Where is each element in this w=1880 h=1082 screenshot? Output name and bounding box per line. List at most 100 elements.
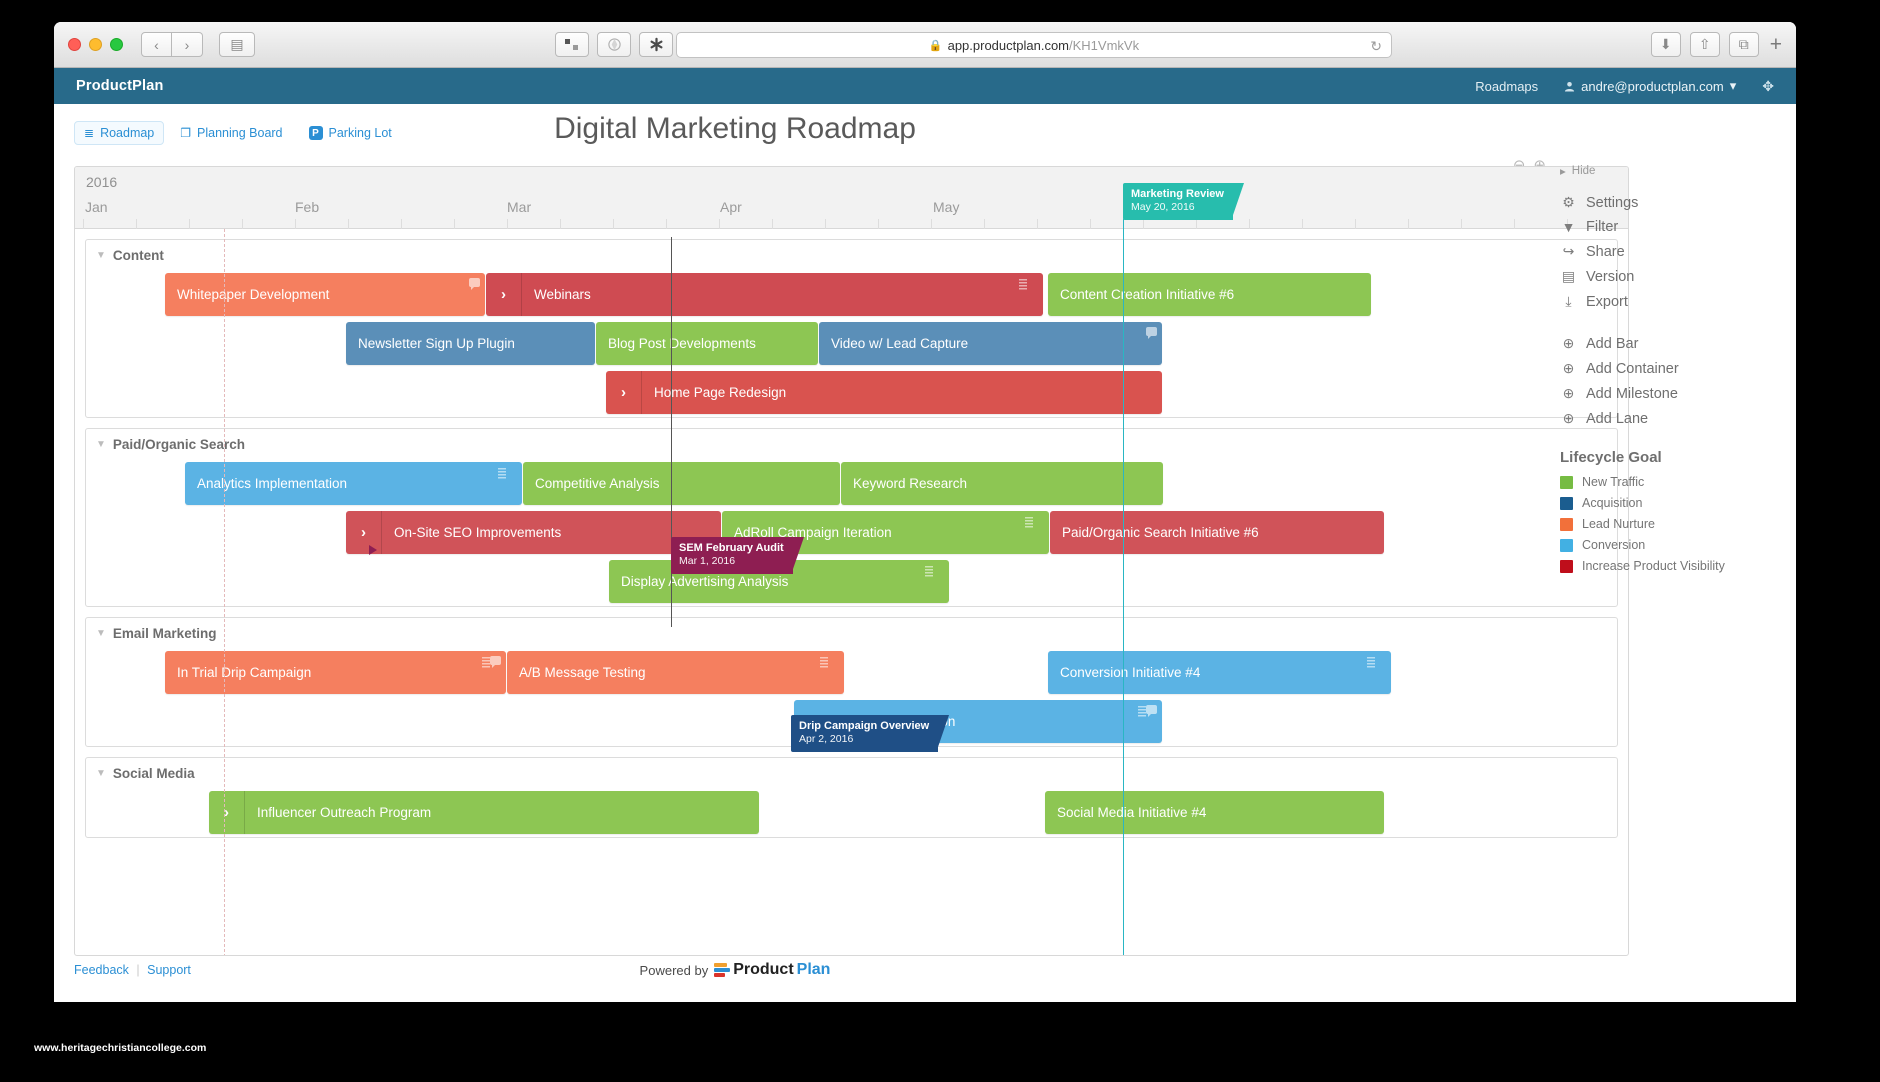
lane-collapse-icon[interactable]: ▼ [96, 250, 106, 261]
bar-expand-icon[interactable]: › [486, 273, 522, 316]
bar-expand-icon[interactable]: › [606, 371, 642, 414]
milestone-flag[interactable]: Marketing Review May 20, 2016 [1123, 183, 1244, 220]
roadmap-bar[interactable]: Conversion Initiative #4 [1048, 651, 1391, 694]
comment-icon[interactable] [1146, 327, 1157, 339]
bar-label: Display Advertising Analysis [621, 574, 789, 589]
roadmap-bar[interactable]: › On-Site SEO Improvements [346, 511, 721, 554]
roadmap-bar[interactable]: Video w/ Lead Capture [819, 322, 1162, 365]
comment-icon[interactable] [469, 278, 480, 290]
roadmap-bar[interactable]: Paid/Organic Search Initiative #6 [1050, 511, 1384, 554]
milestone-marker-icon[interactable] [369, 545, 377, 555]
lane-collapse-icon[interactable]: ▼ [96, 628, 106, 639]
sidebar-item-share[interactable]: ↪ Share [1560, 243, 1778, 260]
new-tab-button[interactable]: + [1768, 34, 1782, 55]
legend-title: Lifecycle Goal [1560, 449, 1662, 466]
lane-title-label: Email Marketing [112, 626, 217, 641]
url-host: app.productplan.com [947, 37, 1070, 53]
back-button[interactable]: ‹ [141, 32, 172, 57]
bar-expand-icon[interactable]: › [209, 791, 245, 834]
bar-grip-icon[interactable] [482, 657, 490, 668]
minimize-window-button[interactable] [89, 38, 102, 51]
milestone-flag[interactable]: Drip Campaign Overview Apr 2, 2016 [791, 715, 950, 752]
lane-collapse-icon[interactable]: ▼ [96, 768, 106, 779]
timeline-tick [825, 219, 826, 229]
legend-swatch [1560, 475, 1573, 489]
address-bar[interactable]: 🔒 app.productplan.com /KH1VmkVk ↻ [676, 32, 1392, 58]
legend-swatch [1560, 538, 1573, 552]
lane-header[interactable]: ▼ Paid/Organic Search [96, 437, 245, 452]
sidebar-item-filter[interactable]: ▼ Filter [1560, 219, 1778, 235]
bar-grip-icon[interactable] [1019, 279, 1027, 290]
watermark: www.heritagechristiancollege.com [34, 1042, 207, 1054]
pinwheel-extension-icon[interactable] [597, 32, 631, 57]
milestone-flag[interactable]: SEM February Audit Mar 1, 2016 [671, 537, 804, 574]
tab-overview-icon[interactable]: ⧉ [1728, 32, 1759, 57]
sidebar-item-label: Share [1586, 243, 1625, 260]
roadmap-bar[interactable]: Content Creation Initiative #6 [1048, 273, 1371, 316]
sidebar-item-version[interactable]: ▤ Version [1560, 268, 1778, 285]
timeline-month-jan: Jan [85, 199, 108, 215]
lane-collapse-icon[interactable]: ▼ [96, 439, 106, 450]
filter-icon: ▼ [1561, 219, 1576, 235]
bar-label: Analytics Implementation [197, 476, 348, 491]
roadmap-bar[interactable]: Social Media Initiative #4 [1045, 791, 1384, 834]
roadmap-bar[interactable]: In Trial Drip Campaign [165, 651, 506, 694]
sidebar-item-add-bar[interactable]: ⊕ Add Bar [1560, 335, 1778, 352]
share-icon[interactable]: ⇧ [1689, 32, 1720, 57]
powered-by: Powered by Product Plan [54, 961, 1416, 979]
sidebar-item-label: Add Lane [1586, 410, 1649, 427]
bar-label: Social Media Initiative #4 [1057, 805, 1207, 820]
reload-icon[interactable]: ↻ [1370, 38, 1382, 55]
timeline-month-mar: Mar [507, 199, 532, 215]
roadmap-bar[interactable]: Analytics Implementation [185, 462, 522, 505]
sidebar-item-add-container[interactable]: ⊕ Add Container [1560, 360, 1778, 377]
bar-grip-icon[interactable] [1138, 706, 1146, 717]
lane-header[interactable]: ▼ Social Media [96, 766, 195, 781]
powered-by-label: Powered by [639, 962, 709, 978]
pinwheel-icon [607, 38, 621, 51]
legend-label: New Traffic [1582, 475, 1645, 489]
bar-grip-icon[interactable] [1367, 657, 1375, 668]
app-brand: ProductPlan [76, 78, 164, 94]
roadmap-bar[interactable]: Competitive Analysis [523, 462, 840, 505]
timeline-tick [772, 219, 773, 229]
roadmaps-link[interactable]: Roadmaps [1475, 79, 1538, 94]
window-traffic-lights [68, 38, 123, 51]
roadmap-bar[interactable]: › Webinars [486, 273, 1043, 316]
download-icon[interactable]: ⬇ [1650, 32, 1681, 57]
fullscreen-icon[interactable]: ✥ [1762, 78, 1774, 95]
comment-icon[interactable] [490, 656, 501, 668]
bar-grip-icon[interactable] [1025, 517, 1033, 528]
sidebar-item-add-milestone[interactable]: ⊕ Add Milestone [1560, 385, 1778, 402]
lane-title-label: Content [112, 248, 164, 263]
roadmap-bar[interactable]: › Home Page Redesign [606, 371, 1162, 414]
close-window-button[interactable] [68, 38, 81, 51]
sidebar-item-export[interactable]: ⤓ Export [1560, 293, 1778, 310]
roadmap-bar[interactable]: A/B Message Testing [507, 651, 844, 694]
roadmap-bar[interactable]: Newsletter Sign Up Plugin [346, 322, 595, 365]
lane-header[interactable]: ▼ Email Marketing [96, 626, 216, 641]
roadmap-bar[interactable]: Whitepaper Development [165, 273, 485, 316]
bar-grip-icon[interactable] [820, 657, 828, 668]
lane-header[interactable]: ▼ Content [96, 248, 164, 263]
comment-icon[interactable] [1146, 705, 1157, 717]
squares-extension-icon[interactable] [555, 32, 589, 57]
roadmap-bar[interactable]: Keyword Research [841, 462, 1163, 505]
sidebar-add-actions: ⊕ Add Bar ⊕ Add Container ⊕ Add Milestone ⊕ Add… [1560, 335, 1778, 427]
maximize-window-button[interactable] [110, 38, 123, 51]
milestone-title: SEM February Audit [679, 542, 784, 554]
roadmap-bar[interactable]: › Influencer Outreach Program [209, 791, 759, 834]
sidebar-item-settings[interactable]: ⚙ Settings [1560, 194, 1778, 211]
asterisk-extension-icon[interactable] [639, 32, 673, 57]
hide-sidebar-button[interactable]: ▸ Hide [1560, 164, 1778, 178]
forward-button[interactable]: › [172, 32, 203, 57]
user-menu[interactable]: andre@productplan.com ▾ [1564, 78, 1736, 94]
milestone-line-drip [933, 233, 934, 927]
sidebar-toggle-icon[interactable]: ▤ [219, 32, 255, 57]
lane-row: Display Advertising Analysis [86, 557, 1617, 606]
bar-grip-icon[interactable] [925, 566, 933, 577]
roadmap-bar[interactable]: Blog Post Developments [596, 322, 818, 365]
bar-grip-icon[interactable] [498, 468, 506, 479]
sidebar-actions: ⚙ Settings ▼ Filter ↪ Share ▤ Version ⤓ Export [1560, 194, 1778, 310]
sidebar-item-add-lane[interactable]: ⊕ Add Lane [1560, 410, 1778, 427]
